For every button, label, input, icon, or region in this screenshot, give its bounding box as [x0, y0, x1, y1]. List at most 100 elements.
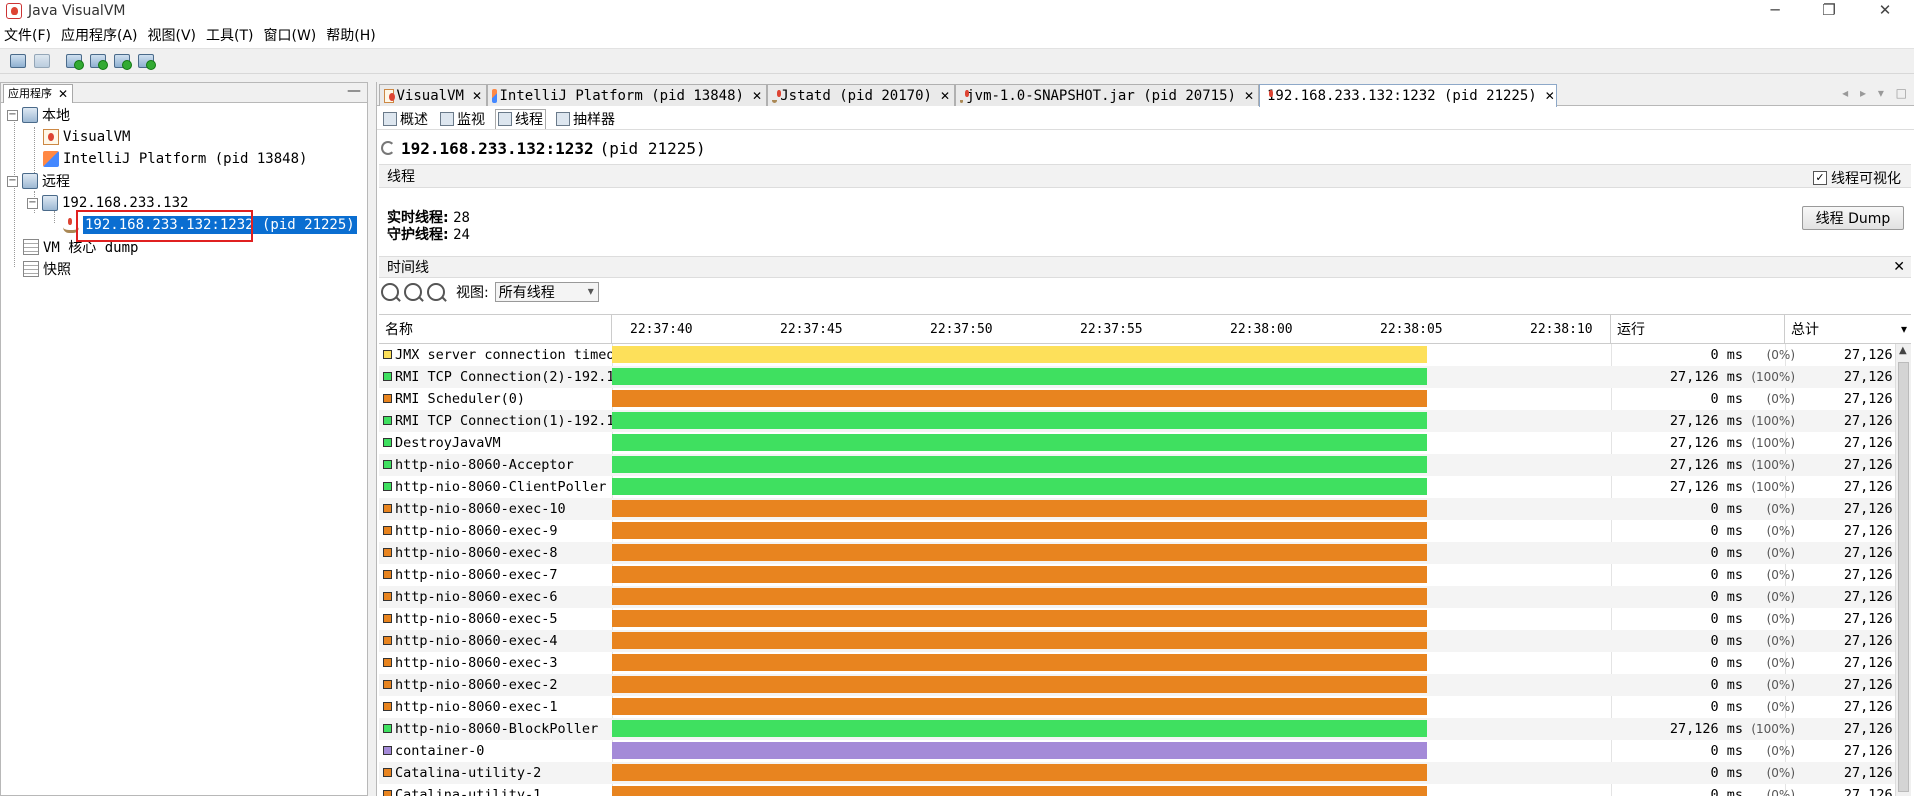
thread-state-swatch [383, 790, 392, 796]
column-header-timeline[interactable]: 22:37:40 22:37:45 22:37:50 22:37:55 22:3… [612, 315, 1611, 343]
thread-row[interactable]: http-nio-8060-exec-6 0 ms (0%) 27,126 ms [379, 586, 1911, 608]
thread-row[interactable]: http-nio-8060-exec-1 0 ms (0%) 27,126 ms [379, 696, 1911, 718]
zoom-fit-icon[interactable] [427, 283, 445, 301]
thread-timeline-bar [612, 764, 1427, 781]
tab-jstatd[interactable]: Jstatd (pid 20170) ✕ [767, 84, 955, 106]
thread-row[interactable]: http-nio-8060-exec-9 0 ms (0%) 27,126 ms [379, 520, 1911, 542]
add-remote-host-button[interactable] [88, 51, 108, 71]
tab-label: 192.168.233.132:1232 (pid 21225) [1267, 88, 1537, 104]
add-snapshot-button[interactable] [136, 51, 156, 71]
menu-tools[interactable]: 工具(T) [206, 25, 253, 45]
visualvm-app-icon [6, 3, 22, 19]
column-header-running[interactable]: 运行 [1611, 315, 1785, 343]
threads-visualization-checkbox[interactable]: ✓ 线程可视化 [1813, 168, 1901, 188]
tree-node-remote[interactable]: − 远程 [7, 171, 70, 191]
tree-node-local[interactable]: − 本地 [7, 105, 70, 125]
scrollbar-thumb[interactable] [1898, 362, 1909, 792]
thread-row[interactable]: RMI TCP Connection(2)-192.1 27,126 ms (100… [379, 366, 1911, 388]
menu-file[interactable]: 文件(F) [4, 25, 51, 45]
maximize-icon[interactable]: ❐ [1806, 0, 1852, 22]
close-tab-icon[interactable]: ✕ [1244, 89, 1254, 103]
thread-row[interactable]: http-nio-8060-exec-10 0 ms (0%) 27,126 ms [379, 498, 1911, 520]
close-tab-icon[interactable]: ✕ [752, 89, 762, 103]
thread-name: http-nio-8060-exec-1 [395, 699, 558, 715]
thread-timeline-bar [612, 434, 1427, 451]
tree-node-intellij[interactable]: IntelliJ Platform (pid 13848) [43, 149, 307, 169]
column-options-icon[interactable]: ▾ [1901, 322, 1907, 336]
menu-applications[interactable]: 应用程序(A) [61, 25, 138, 45]
tab-intellij[interactable]: IntelliJ Platform (pid 13848) ✕ [487, 84, 767, 106]
thread-row[interactable]: http-nio-8060-exec-2 0 ms (0%) 27,126 ms [379, 674, 1911, 696]
thread-row[interactable]: http-nio-8060-ClientPoller 27,126 ms (100%… [379, 476, 1911, 498]
thread-row[interactable]: container-0 0 ms (0%) 27,126 ms [379, 740, 1911, 762]
thread-row[interactable]: RMI TCP Connection(1)-192.1 27,126 ms (100… [379, 410, 1911, 432]
thread-name: http-nio-8060-exec-4 [395, 633, 558, 649]
daemon-threads-label: 守护线程: [387, 227, 449, 243]
tick-label: 22:37:55 [1080, 322, 1143, 337]
add-vm-coredump-button[interactable] [112, 51, 132, 71]
thread-state-swatch [383, 746, 392, 755]
tab-visualvm[interactable]: VisualVM ✕ [379, 84, 487, 106]
thread-row[interactable]: JMX server connection timeo 0 ms (0%) 27,12… [379, 344, 1911, 366]
view-select[interactable]: 所有线程 [494, 282, 599, 302]
applications-tab-strip: 应用程序 ✕ — [1, 83, 367, 103]
zoom-in-icon[interactable] [381, 283, 399, 301]
tab-label: Jstatd (pid 20170) [780, 87, 932, 104]
thread-row[interactable]: http-nio-8060-Acceptor 27,126 ms (100%) 27,… [379, 454, 1911, 476]
column-header-total[interactable]: 总计 ▾ [1785, 315, 1911, 343]
thread-dump-button[interactable]: 线程 Dump [1802, 206, 1904, 230]
tab-jvm-jar[interactable]: jvm-1.0-SNAPSHOT.jar (pid 20715) ✕ [955, 84, 1259, 106]
thread-state-swatch [383, 526, 392, 535]
menu-view[interactable]: 视图(V) [148, 25, 197, 45]
thread-running-time: 27,126 ms [1669, 369, 1743, 385]
close-timeline-icon[interactable]: ✕ [1893, 259, 1905, 275]
close-icon[interactable]: ✕ [1862, 0, 1908, 22]
thread-row[interactable]: http-nio-8060-exec-7 0 ms (0%) 27,126 ms [379, 564, 1911, 586]
tab-threads[interactable]: 线程 [495, 108, 546, 129]
thread-running-time: 0 ms [1710, 501, 1743, 517]
applications-tab[interactable]: 应用程序 ✕ [3, 84, 74, 103]
close-tab-icon[interactable]: ✕ [1545, 89, 1555, 103]
thread-row[interactable]: http-nio-8060-exec-5 0 ms (0%) 27,126 ms [379, 608, 1911, 630]
thread-running-percent: (100%) [1751, 370, 1795, 384]
remote-network-icon [22, 173, 38, 189]
vertical-scrollbar[interactable]: ▲ [1895, 344, 1911, 796]
load-file-button[interactable] [8, 51, 28, 71]
collapse-icon[interactable]: − [7, 109, 18, 121]
thread-row[interactable]: RMI Scheduler(0) 0 ms (0%) 27,126 ms [379, 388, 1911, 410]
tab-sampler[interactable]: 抽样器 [554, 109, 617, 129]
tab-label: 概述 [400, 111, 428, 128]
tab-navigation-icons[interactable]: ◂ ▸ ▾ □ [1842, 86, 1911, 100]
minimize-panel-icon[interactable]: — [347, 83, 361, 99]
thread-timeline-bar [612, 786, 1427, 796]
collapse-icon[interactable]: − [7, 175, 18, 187]
thread-row[interactable]: http-nio-8060-exec-4 0 ms (0%) 27,126 ms [379, 630, 1911, 652]
tab-remote-app[interactable]: 192.168.233.132:1232 (pid 21225) ✕ [1259, 84, 1557, 107]
collapse-icon[interactable]: − [27, 197, 38, 209]
close-tab-icon[interactable]: ✕ [58, 85, 68, 103]
thread-row[interactable]: Catalina-utility-2 0 ms (0%) 27,126 ms [379, 762, 1911, 784]
thread-row[interactable]: http-nio-8060-exec-3 0 ms (0%) 27,126 ms [379, 652, 1911, 674]
threads-timeline-table: 名称 22:37:40 22:37:45 22:37:50 22:37:55 2… [379, 314, 1911, 796]
close-tab-icon[interactable]: ✕ [472, 89, 482, 103]
close-tab-icon[interactable]: ✕ [940, 89, 950, 103]
thread-row[interactable]: http-nio-8060-exec-8 0 ms (0%) 27,126 ms [379, 542, 1911, 564]
save-button[interactable] [32, 51, 52, 71]
tick-label: 22:38:10 [1530, 322, 1593, 337]
thread-running-time: 27,126 ms [1669, 413, 1743, 429]
thread-row[interactable]: Catalina-utility-1 0 ms (0%) 27,126 ms [379, 784, 1911, 796]
tree-node-snapshots[interactable]: 快照 [23, 259, 71, 279]
thread-row[interactable]: DestroyJavaVM 27,126 ms (100%) 27,126 ms [379, 432, 1911, 454]
tab-monitor[interactable]: 监视 [438, 109, 487, 129]
menu-help[interactable]: 帮助(H) [326, 25, 375, 45]
thread-row[interactable]: http-nio-8060-BlockPoller 27,126 ms (100%)… [379, 718, 1911, 740]
zoom-out-icon[interactable] [404, 283, 422, 301]
tree-node-visualvm[interactable]: VisualVM [43, 127, 130, 147]
menu-window[interactable]: 窗口(W) [264, 25, 317, 45]
thread-running-percent: (100%) [1751, 436, 1795, 450]
tab-overview[interactable]: 概述 [381, 109, 430, 129]
add-jmx-connection-button[interactable] [64, 51, 84, 71]
minimize-icon[interactable]: ─ [1752, 0, 1798, 22]
scroll-up-icon[interactable]: ▲ [1899, 345, 1907, 356]
column-header-name[interactable]: 名称 [379, 315, 612, 343]
